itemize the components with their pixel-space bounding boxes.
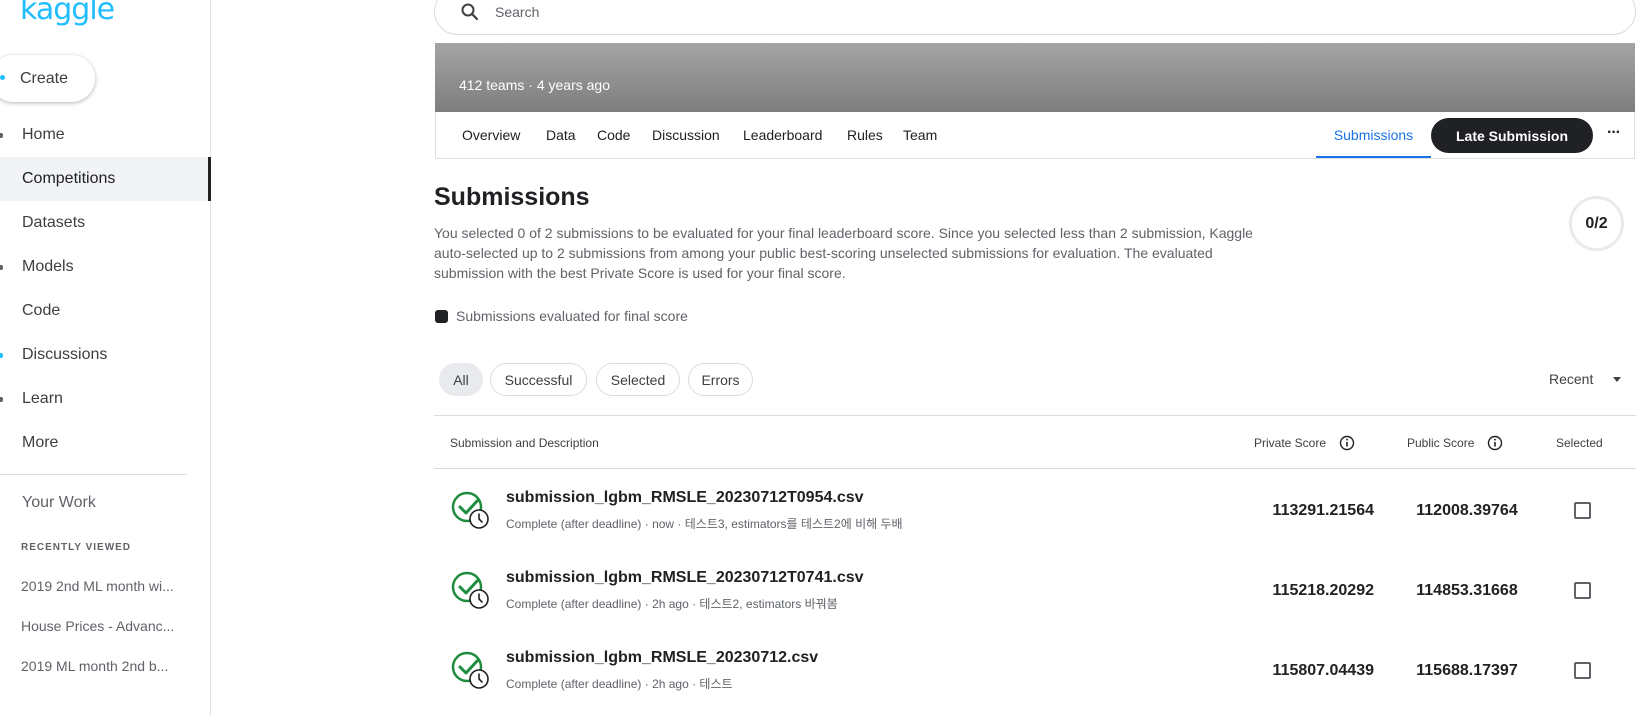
sidebar-item-home[interactable]: Home [0, 113, 211, 157]
submission-filename[interactable]: submission_lgbm_RMSLE_20230712.csv [506, 649, 818, 667]
recent-item[interactable]: House Prices - Advanc... [21, 618, 191, 634]
plus-icon [0, 75, 5, 80]
public-score: 114853.31668 [1416, 582, 1518, 599]
sidebar-item-label: Datasets [22, 214, 86, 231]
select-checkbox[interactable] [1574, 502, 1591, 519]
search-icon [461, 3, 479, 21]
final-score-legend: Submissions evaluated for final score [456, 308, 688, 324]
competition-tabs: Overview Data Code Discussion Leaderboar… [435, 112, 1635, 159]
sidebar-item-label: Discussions [22, 346, 108, 363]
select-checkbox[interactable] [1574, 582, 1591, 599]
late-submission-button[interactable]: Late Submission [1431, 118, 1593, 153]
select-checkbox[interactable] [1574, 662, 1591, 679]
tab-team[interactable]: Team [903, 127, 937, 143]
public-score: 115688.17397 [1416, 662, 1518, 679]
private-score: 113291.21564 [1272, 502, 1374, 519]
meta-separator: · [528, 77, 533, 93]
competition-banner: 412 teams · 4 years ago [435, 43, 1635, 112]
sidebar-item-label: Competitions [22, 170, 116, 187]
tab-data[interactable]: Data [546, 127, 576, 143]
table-row: submission_lgbm_RMSLE_20230712T0954.csv … [434, 471, 1636, 551]
header-private-score[interactable]: Private Score [1254, 436, 1326, 450]
table-row: submission_lgbm_RMSLE_20230712T0741.csv … [434, 551, 1636, 631]
sidebar-nav: Home Competitions Datasets Models Code D… [0, 113, 211, 465]
chevron-down-icon[interactable] [1613, 377, 1621, 382]
complete-late-icon [451, 491, 489, 529]
page-description: You selected 0 of 2 submissions to be ev… [434, 225, 1253, 281]
tab-submissions[interactable]: Submissions [1316, 112, 1431, 158]
complete-late-icon [451, 651, 489, 689]
sidebar-item-discussions[interactable]: Discussions [0, 333, 211, 377]
home-icon [0, 133, 3, 138]
search-bar[interactable]: Search [434, 0, 1636, 35]
header-submission: Submission and Description [450, 436, 599, 450]
submission-filename[interactable]: submission_lgbm_RMSLE_20230712T0954.csv [506, 489, 864, 507]
sidebar-item-label: Code [22, 302, 61, 319]
page-title: Submissions [434, 183, 590, 211]
sidebar-item-label: Learn [22, 390, 63, 407]
table-row: submission_lgbm_RMSLE_20230712.csv Compl… [434, 631, 1636, 711]
submission-description: Complete (after deadline) · 2h ago · 테스트 [506, 677, 733, 691]
more-options-icon[interactable]: ··· [1607, 124, 1621, 142]
filter-all[interactable]: All [439, 363, 483, 396]
comment-icon [0, 353, 3, 358]
complete-late-icon [451, 571, 489, 609]
create-button[interactable]: Create [0, 55, 95, 102]
sort-dropdown[interactable]: Recent [1549, 371, 1593, 387]
sidebar-item-label: More [22, 434, 59, 451]
submission-description: Complete (after deadline) · now · 테스트3, … [506, 517, 903, 531]
filter-successful[interactable]: Successful [490, 363, 587, 396]
private-score: 115807.04439 [1272, 662, 1374, 679]
tab-code[interactable]: Code [597, 127, 630, 143]
sidebar-item-label: Models [22, 258, 74, 275]
tab-leaderboard[interactable]: Leaderboard [743, 127, 822, 143]
submission-filename[interactable]: submission_lgbm_RMSLE_20230712T0741.csv [506, 569, 864, 587]
info-icon[interactable] [1487, 435, 1503, 451]
school-icon [0, 397, 3, 402]
info-icon[interactable] [1339, 435, 1355, 451]
search-input[interactable]: Search [495, 4, 539, 20]
tab-rules[interactable]: Rules [847, 127, 883, 143]
tab-overview[interactable]: Overview [462, 127, 520, 143]
sidebar-item-more[interactable]: More [0, 421, 211, 465]
recent-item[interactable]: 2019 2nd ML month wi... [21, 578, 191, 594]
competition-meta: 412 teams · 4 years ago [459, 77, 610, 93]
sidebar-item-datasets[interactable]: Datasets [0, 201, 211, 245]
your-work-link[interactable]: Your Work [22, 494, 96, 512]
sidebar-item-label: Home [22, 126, 65, 143]
recently-viewed-heading: RECENTLY VIEWED [21, 542, 132, 553]
sidebar-item-competitions[interactable]: Competitions [0, 157, 211, 201]
team-count: 412 teams [459, 77, 525, 93]
recent-item[interactable]: 2019 ML month 2nd b... [21, 658, 191, 674]
private-score: 115218.20292 [1272, 582, 1374, 599]
final-score-legend-swatch [435, 310, 448, 323]
selection-counter: 0/2 [1569, 196, 1624, 251]
table-header: Submission and Description Private Score… [434, 415, 1636, 469]
header-public-score[interactable]: Public Score [1407, 436, 1474, 450]
public-score: 112008.39764 [1416, 502, 1518, 519]
models-icon [0, 265, 3, 270]
tab-discussion[interactable]: Discussion [652, 127, 720, 143]
sidebar: kaggle Create Home Competitions Datasets… [0, 0, 211, 715]
filter-selected[interactable]: Selected [596, 363, 680, 396]
submission-description: Complete (after deadline) · 2h ago · 테스트… [506, 597, 838, 611]
create-label: Create [20, 69, 69, 87]
competition-age: 4 years ago [536, 77, 610, 93]
sidebar-item-code[interactable]: Code [0, 289, 211, 333]
header-selected: Selected [1556, 436, 1603, 450]
sidebar-item-learn[interactable]: Learn [0, 377, 211, 421]
sidebar-divider [0, 474, 187, 475]
kaggle-logo[interactable]: kaggle [20, 0, 115, 27]
sidebar-item-models[interactable]: Models [0, 245, 211, 289]
filter-errors[interactable]: Errors [688, 363, 753, 396]
